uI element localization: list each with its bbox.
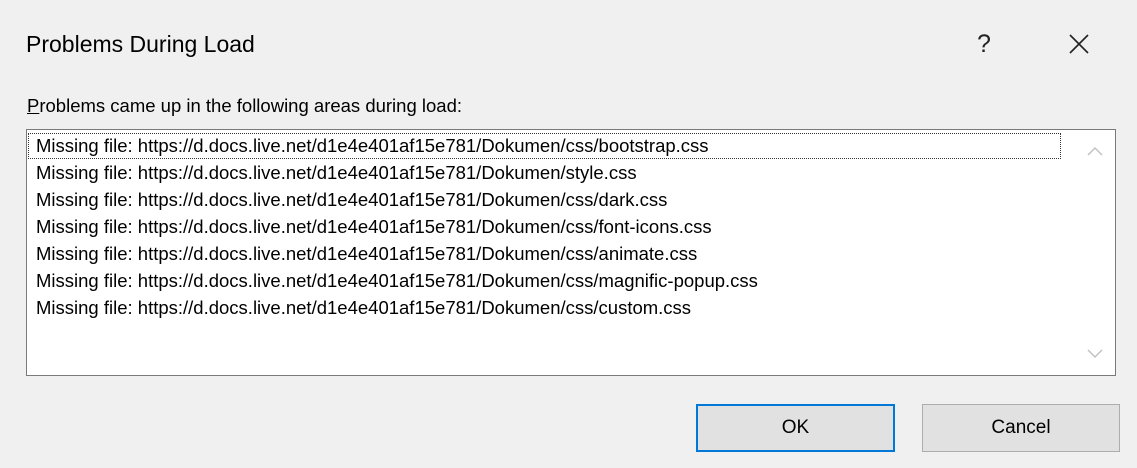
chevron-down-icon (1087, 349, 1103, 359)
problem-list-item[interactable]: Missing file: https://d.docs.live.net/d1… (28, 186, 1073, 213)
dialog-title: Problems During Load (26, 31, 255, 57)
problems-listbox[interactable]: Missing file: https://d.docs.live.net/d1… (26, 129, 1116, 376)
scroll-down-button[interactable] (1075, 337, 1115, 371)
title-bar: Problems During Load ? (0, 0, 1137, 90)
close-icon (1069, 34, 1089, 54)
problems-list: Missing file: https://d.docs.live.net/d1… (28, 132, 1073, 374)
problem-list-item[interactable]: Missing file: https://d.docs.live.net/d1… (28, 294, 1073, 321)
problem-list-item[interactable]: Missing file: https://d.docs.live.net/d1… (28, 240, 1073, 267)
scroll-up-button[interactable] (1075, 134, 1115, 168)
ok-button[interactable]: OK (696, 404, 895, 452)
problem-list-item[interactable]: Missing file: https://d.docs.live.net/d1… (28, 213, 1073, 240)
close-button[interactable] (1054, 20, 1104, 68)
problem-list-item[interactable]: Missing file: https://d.docs.live.net/d1… (28, 267, 1073, 294)
chevron-up-icon (1087, 146, 1103, 156)
help-button[interactable]: ? (962, 20, 1006, 68)
help-icon: ? (977, 29, 991, 58)
problem-list-item[interactable]: Missing file: https://d.docs.live.net/d1… (28, 132, 1073, 159)
instruction-label: Problems came up in the following areas … (27, 95, 462, 116)
vertical-scrollbar[interactable] (1075, 130, 1115, 375)
problem-list-item[interactable]: Missing file: https://d.docs.live.net/d1… (28, 159, 1073, 186)
cancel-button[interactable]: Cancel (922, 404, 1120, 452)
